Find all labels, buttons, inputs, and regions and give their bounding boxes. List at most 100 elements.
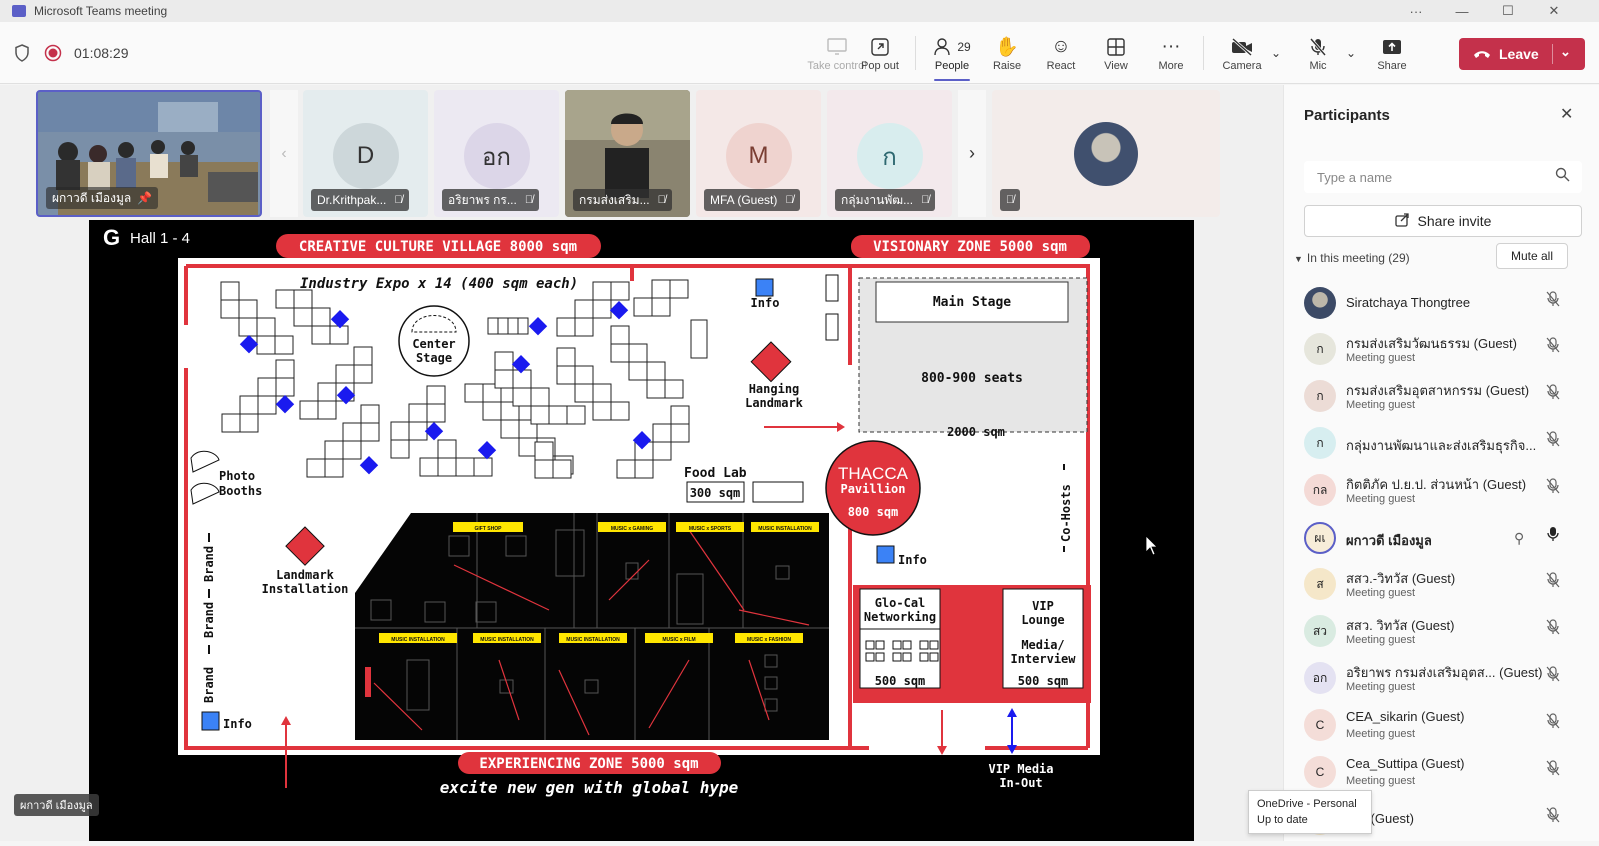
thacca-label: Pavillion bbox=[840, 482, 905, 496]
camera-options-chevron-icon[interactable]: ⌄ bbox=[1264, 22, 1288, 84]
leave-options-chevron-icon[interactable]: ⌄ bbox=[1560, 44, 1571, 60]
mic-off-icon[interactable] bbox=[1546, 713, 1560, 732]
co-hosts-label: Co-Hosts bbox=[1059, 484, 1073, 542]
avatar: ก bbox=[856, 123, 923, 189]
maximize-button[interactable]: ☐ bbox=[1485, 0, 1531, 22]
participant-row[interactable]: Siratchaya Thongtree bbox=[1284, 281, 1599, 328]
gallery-next-chevron-icon[interactable]: › bbox=[958, 90, 986, 217]
window-title: Microsoft Teams meeting bbox=[34, 4, 168, 18]
share-invite-button[interactable]: Share invite bbox=[1304, 205, 1582, 237]
share-button[interactable]: Share bbox=[1362, 22, 1422, 84]
mic-off-icon[interactable] bbox=[1546, 760, 1560, 779]
search-input[interactable]: Type a name bbox=[1304, 161, 1582, 193]
hanging-landmark-label: Landmark bbox=[745, 396, 804, 410]
mic-off-icon: 🎙̸ bbox=[657, 194, 666, 206]
avatar: ส bbox=[1304, 568, 1336, 600]
mic-off-icon[interactable] bbox=[1546, 384, 1560, 403]
video-tile[interactable]: กรมส่งเสริม... 🎙̸ bbox=[565, 90, 690, 217]
camera-button[interactable]: Camera bbox=[1212, 22, 1272, 84]
gallery-previous-chevron-icon[interactable]: ‹ bbox=[270, 90, 298, 217]
in-meeting-toggle[interactable]: ▼ In this meeting (29) bbox=[1294, 251, 1410, 265]
glo-cal-label: Glo-Cal bbox=[875, 596, 926, 610]
more-button[interactable]: ··· More bbox=[1141, 22, 1201, 84]
avatar: D bbox=[332, 123, 399, 189]
raise-hand-button[interactable]: ✋ Raise bbox=[977, 22, 1037, 84]
participant-name: สสว.-วิทวัส (Guest) bbox=[1346, 571, 1456, 586]
participant-name: อริยาพร กร... bbox=[448, 192, 517, 207]
mic-off-icon[interactable] bbox=[1546, 807, 1560, 826]
close-panel-icon[interactable]: ✕ bbox=[1560, 104, 1573, 124]
mic-off-icon[interactable] bbox=[1546, 431, 1560, 450]
mute-all-button[interactable]: Mute all bbox=[1496, 243, 1568, 269]
mic-options-chevron-icon[interactable]: ⌄ bbox=[1339, 22, 1363, 84]
food-lab-area: 300 sqm bbox=[690, 486, 741, 500]
recording-icon bbox=[44, 22, 62, 84]
svg-text:MUSIC x SPORTS: MUSIC x SPORTS bbox=[689, 526, 732, 532]
react-button[interactable]: ☺ React bbox=[1031, 22, 1091, 84]
participant-tile[interactable]: D Dr.Krithpak... 🎙̸ bbox=[303, 90, 428, 217]
close-window-button[interactable]: ✕ bbox=[1531, 0, 1577, 22]
mic-off-icon[interactable] bbox=[1546, 572, 1560, 591]
mic-off-icon[interactable] bbox=[1546, 666, 1560, 685]
search-icon bbox=[1555, 167, 1570, 185]
onedrive-toast: OneDrive - Personal Up to date bbox=[1248, 790, 1372, 834]
view-button[interactable]: View bbox=[1086, 22, 1146, 84]
participant-tile[interactable]: 🎙̸ bbox=[992, 90, 1220, 217]
participants-panel: Participants ✕ Type a name Share invite … bbox=[1283, 85, 1599, 841]
svg-text:GIFT SHOP: GIFT SHOP bbox=[475, 526, 503, 532]
participant-row[interactable]: ก กลุ่มงานพัฒนาและส่งเสริมธุรกิจ... bbox=[1284, 421, 1599, 468]
people-button[interactable]: 29 People bbox=[922, 22, 982, 84]
more-options-icon[interactable]: ··· bbox=[1393, 0, 1439, 22]
vip-lounge-label: VIP bbox=[1032, 599, 1054, 613]
panel-title: Participants bbox=[1304, 107, 1390, 124]
self-view-label: ผกาวดี เมืองมูล bbox=[14, 794, 99, 816]
mic-off-icon: 🎙̸ bbox=[394, 194, 403, 206]
share-tray-icon bbox=[1381, 34, 1403, 60]
glo-cal-area: 500 sqm bbox=[875, 674, 926, 688]
tagline: excite new gen with global hype bbox=[440, 778, 739, 797]
media-interview-label: Interview bbox=[1010, 652, 1076, 666]
thacca-label: 800 sqm bbox=[848, 505, 899, 519]
participant-row[interactable]: สว สสว. วิทวัส (Guest) Meeting guest bbox=[1284, 609, 1599, 656]
pop-out-button[interactable]: Pop out bbox=[850, 22, 910, 84]
mic-off-icon[interactable] bbox=[1546, 291, 1560, 310]
svg-text:MUSIC INSTALLATION: MUSIC INSTALLATION bbox=[391, 637, 445, 643]
participant-role: Meeting guest bbox=[1346, 775, 1416, 787]
participant-name: MFA (Guest) bbox=[710, 193, 778, 207]
landmark-label: Landmark bbox=[276, 568, 335, 582]
landmark-label: Installation bbox=[262, 582, 349, 596]
video-tile[interactable]: ผกาวดี เมืองมูล 📌 bbox=[36, 90, 262, 217]
leave-button[interactable]: Leave ⌄ bbox=[1459, 38, 1585, 70]
meeting-toolbar: 01:08:29 Take control Pop out 29 People … bbox=[0, 22, 1599, 84]
mic-off-icon: 🎙̸ bbox=[921, 194, 930, 206]
participant-tile[interactable]: อก อริยาพร กร... 🎙̸ bbox=[434, 90, 559, 217]
participant-row[interactable]: ส สสว.-วิทวัส (Guest) Meeting guest bbox=[1284, 562, 1599, 609]
participant-role: Meeting guest bbox=[1346, 587, 1416, 599]
participant-name: อริยาพร กรมส่งเสริมอุตส... (Guest) bbox=[1346, 665, 1543, 680]
people-icon: 29 bbox=[933, 34, 971, 60]
vip-media-label: In-Out bbox=[999, 776, 1042, 790]
mic-off-icon[interactable] bbox=[1546, 619, 1560, 638]
shared-screen: G Hall 1 - 4 CREATIVE CULTURE VILLAGE 80… bbox=[89, 220, 1194, 841]
mic-on-icon[interactable] bbox=[1546, 526, 1560, 545]
participant-tile[interactable]: M MFA (Guest) 🎙̸ bbox=[696, 90, 821, 217]
participant-row[interactable]: กล กิตติภัค ป.ย.ป. ส่วนหน้า (Guest) Meetin… bbox=[1284, 468, 1599, 515]
avatar: อก bbox=[463, 123, 530, 189]
mic-off-icon[interactable] bbox=[1546, 478, 1560, 497]
avatar: ก bbox=[1304, 427, 1336, 459]
svg-text:MUSIC INSTALLATION: MUSIC INSTALLATION bbox=[566, 637, 620, 643]
info-square bbox=[755, 278, 774, 297]
mic-off-icon[interactable] bbox=[1546, 337, 1560, 356]
svg-text:MUSIC x FILM: MUSIC x FILM bbox=[662, 637, 695, 643]
participant-tile[interactable]: ก กลุ่มงานพัฒ... 🎙̸ bbox=[827, 90, 952, 217]
pin-icon[interactable]: ⚲ bbox=[1514, 530, 1524, 547]
participant-name: กรมส่งเสริม... bbox=[579, 192, 650, 207]
minimize-button[interactable]: — bbox=[1439, 0, 1485, 22]
center-stage-label: Center bbox=[412, 337, 455, 351]
participant-row[interactable]: ผเ ผกาวดี เมืองมูล ⚲ bbox=[1284, 516, 1599, 563]
participant-row[interactable]: อก อริยาพร กรมส่งเสริมอุตส... (Guest) Meet… bbox=[1284, 656, 1599, 703]
participant-row[interactable]: ก กรมส่งเสริมวัฒนธรรม (Guest) Meeting gues… bbox=[1284, 327, 1599, 374]
take-control-icon bbox=[826, 34, 848, 60]
participant-row[interactable]: ก กรมส่งเสริมอุตสาหกรรม (Guest) Meeting gu… bbox=[1284, 374, 1599, 421]
participant-row[interactable]: C CEA_sikarin (Guest) Meeting guest bbox=[1284, 703, 1599, 750]
